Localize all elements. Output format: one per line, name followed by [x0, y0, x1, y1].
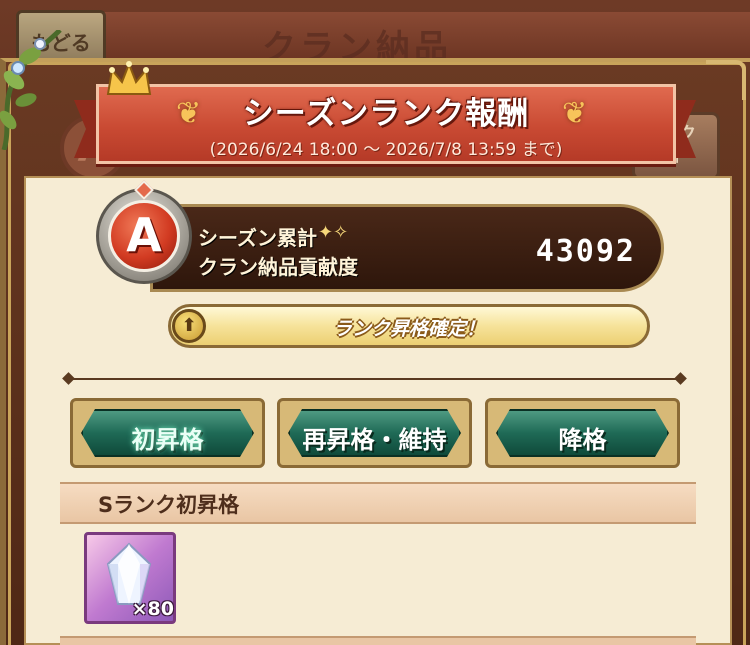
tab-label: 降格 — [558, 426, 607, 454]
rank-badge: A — [108, 200, 180, 272]
corner-ornament-icon — [706, 60, 746, 100]
divider — [70, 378, 680, 380]
tab-label: 再昇格・維持 — [302, 426, 447, 454]
next-section-header — [60, 636, 696, 645]
tab-label: 初昇格 — [131, 426, 204, 454]
contribution-value: 43092 — [535, 234, 636, 269]
reward-quantity: ×80 — [131, 598, 174, 620]
sparkle-icon: ✦✧ — [318, 222, 349, 243]
vine-decoration-icon — [0, 30, 62, 150]
section-title: Sランク初昇格 — [98, 493, 240, 517]
tab-first-promotion[interactable]: 初昇格 — [70, 398, 265, 468]
tab-demotion[interactable]: 降格 — [485, 398, 680, 468]
banner-title: シーズンランク報酬 — [242, 96, 530, 132]
season-period: (2026/6/24 18:00 〜 2026/7/8 13:59 まで) — [209, 140, 563, 160]
contribution-label-line2: クラン納品貢献度 — [198, 255, 358, 279]
promotion-status-text: ランク昇格確定！ — [332, 318, 485, 340]
tab-repromotion-maintain[interactable]: 再昇格・維持 — [277, 398, 472, 468]
crystal-icon — [106, 542, 152, 605]
